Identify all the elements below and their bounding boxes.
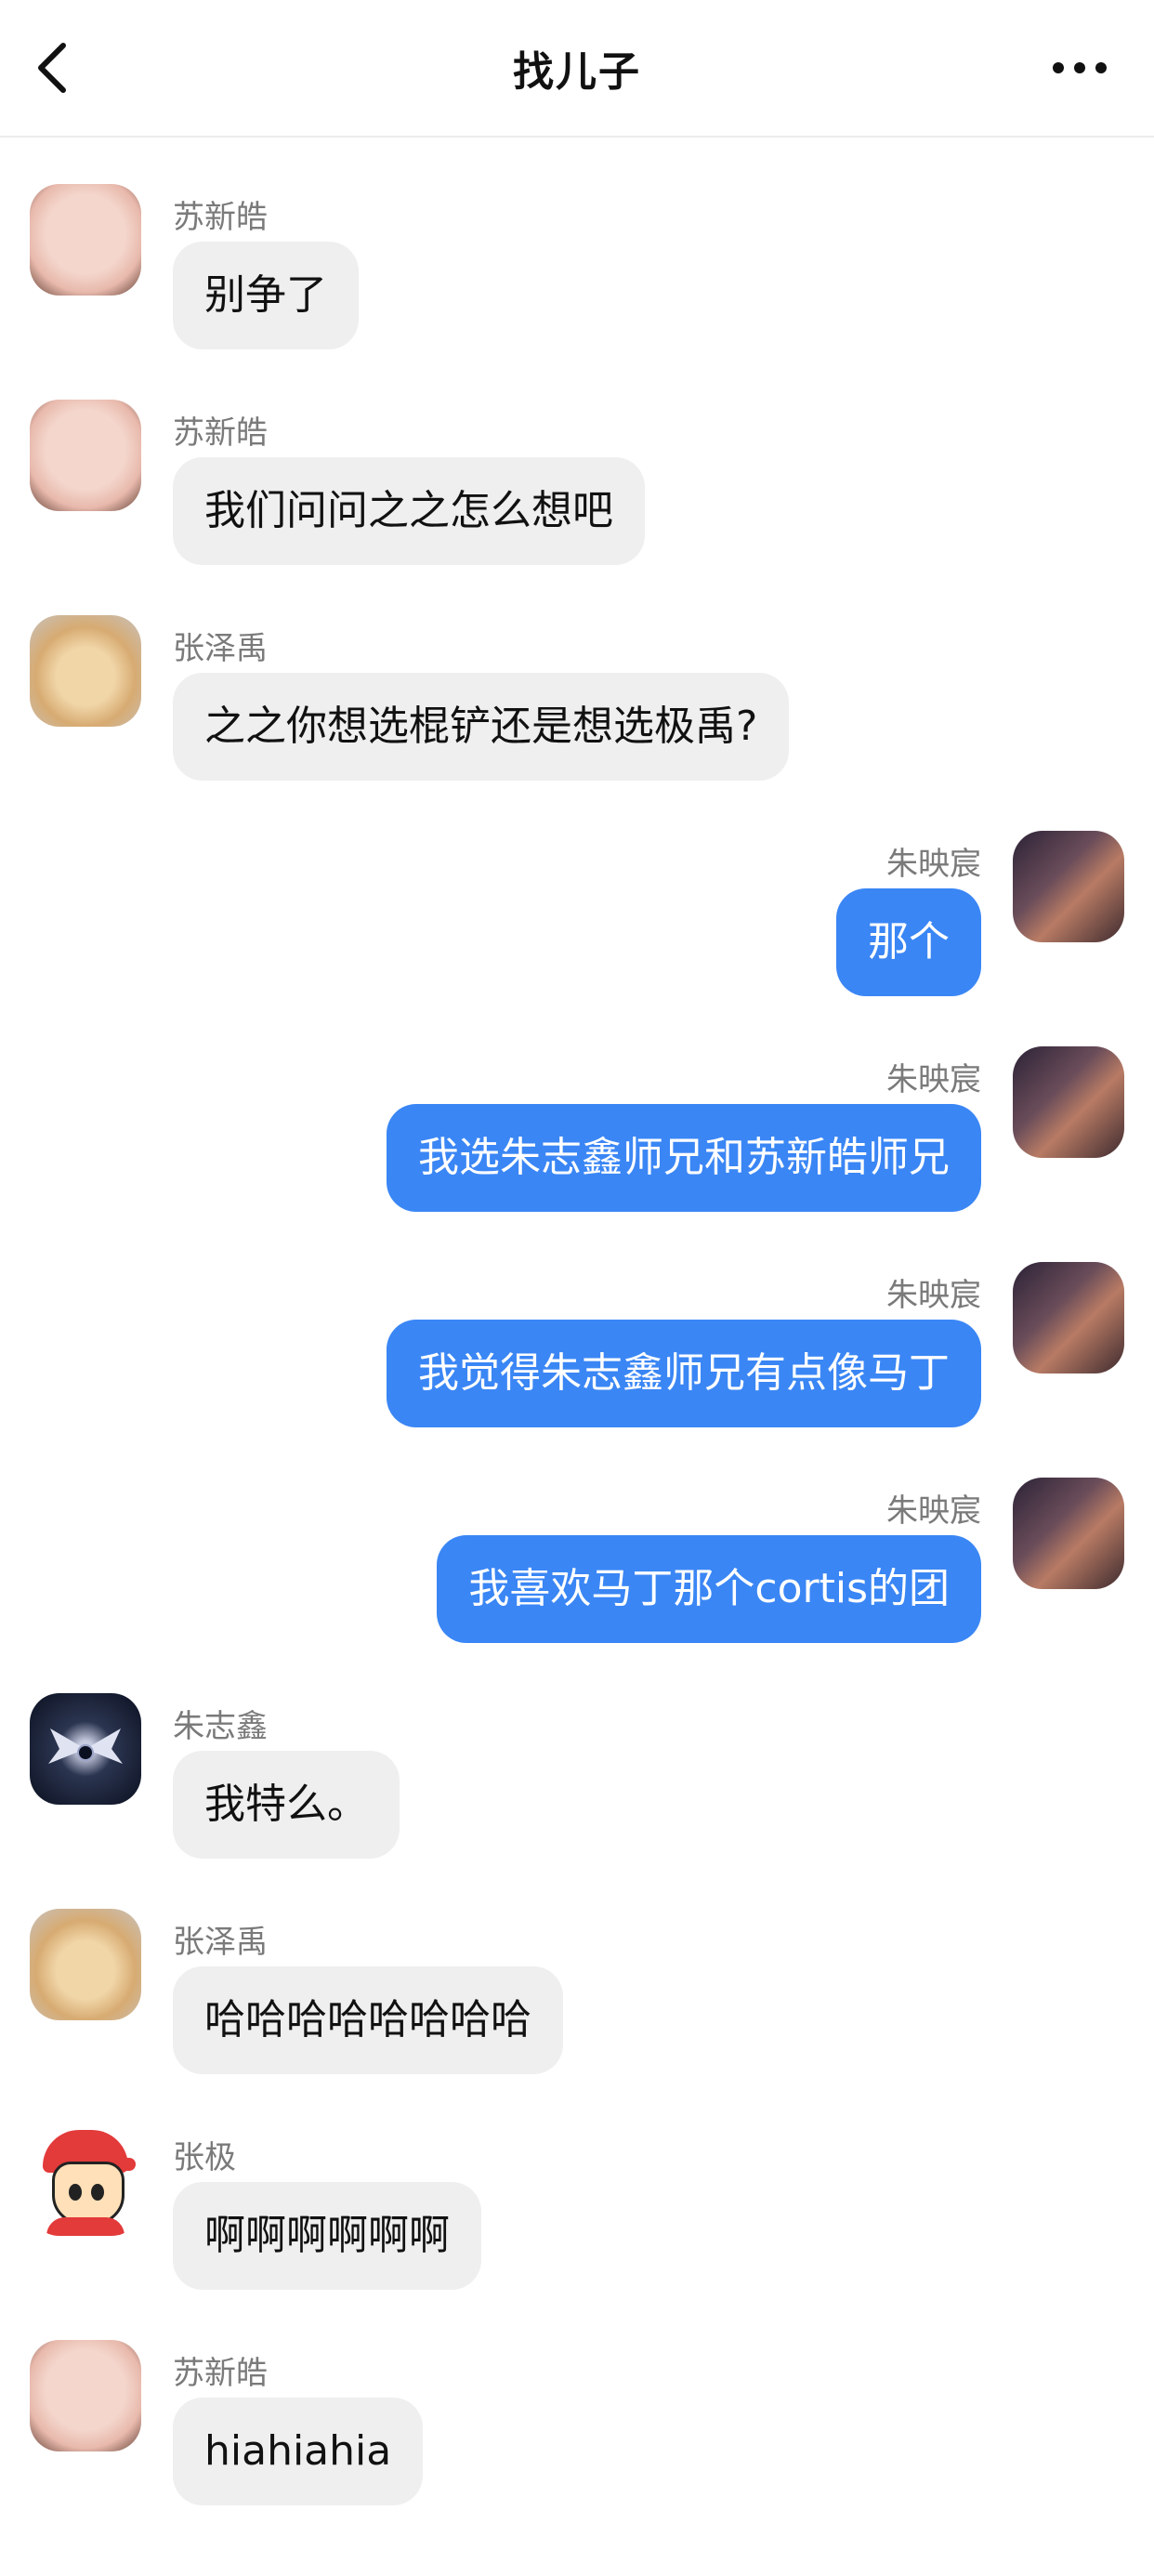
avatar-suxinhao[interactable] — [30, 400, 141, 511]
sender-name: 苏新皓 — [173, 2355, 268, 2392]
message-bubble[interactable]: 我喜欢马丁那个cortis的团 — [437, 1535, 981, 1643]
sender-name: 张泽禹 — [173, 630, 268, 667]
cartoon-face-shape — [52, 2162, 125, 2225]
avatar-zhangji[interactable] — [30, 2124, 141, 2236]
message-row: 朱映宸 我觉得朱志鑫师兄有点像马丁 — [0, 1262, 1154, 1478]
sender-name: 张泽禹 — [173, 1924, 268, 1961]
sender-name: 朱志鑫 — [173, 1708, 268, 1745]
message-bubble[interactable]: 啊啊啊啊啊啊 — [173, 2182, 481, 2290]
message-row: 朱映宸 我选朱志鑫师兄和苏新皓师兄 — [0, 1046, 1154, 1262]
back-button[interactable] — [35, 35, 100, 100]
message-row: 朱映宸 那个 — [0, 831, 1154, 1046]
sender-name: 苏新皓 — [173, 414, 268, 452]
sender-name: 朱映宸 — [886, 846, 981, 883]
avatar-zhuyingchen[interactable] — [1013, 1478, 1124, 1589]
message-row: 朱映宸 我喜欢马丁那个cortis的团 — [0, 1478, 1154, 1693]
sender-name: 朱映宸 — [886, 1061, 981, 1098]
message-bubble[interactable]: 哈哈哈哈哈哈哈哈 — [173, 1966, 563, 2074]
message-row: 朱志鑫 我特么。 — [0, 1693, 1154, 1909]
message-row: 苏新皓 hiahiahia — [0, 2340, 1154, 2556]
message-bubble[interactable]: hiahiahia — [173, 2398, 424, 2505]
more-options-button[interactable] — [1043, 37, 1117, 99]
sender-name: 朱映宸 — [886, 1492, 981, 1530]
chat-header: 找儿子 — [0, 0, 1154, 138]
message-bubble[interactable]: 那个 — [836, 888, 981, 996]
message-bubble[interactable]: 我们问问之之怎么想吧 — [173, 457, 645, 565]
avatar-zhuyingchen[interactable] — [1013, 831, 1124, 942]
message-bubble[interactable]: 我觉得朱志鑫师兄有点像马丁 — [387, 1320, 981, 1427]
message-bubble[interactable]: 我特么。 — [173, 1751, 400, 1859]
avatar-zhangzeyu[interactable] — [30, 1909, 141, 2020]
avatar-suxinhao[interactable] — [30, 184, 141, 296]
avatar-zhangzeyu[interactable] — [30, 615, 141, 727]
message-bubble[interactable]: 别争了 — [173, 242, 359, 349]
chevron-left-icon — [38, 43, 66, 93]
message-row: 张泽禹 之之你想选棍铲还是想选极禹? — [0, 615, 1154, 831]
avatar-zhuyingchen[interactable] — [1013, 1046, 1124, 1158]
message-row: 张泽禹 哈哈哈哈哈哈哈哈 — [0, 1909, 1154, 2124]
message-list: 苏新皓 别争了 苏新皓 我们问问之之怎么想吧 张泽禹 之之你想选棍铲还是想选极禹… — [0, 138, 1154, 2556]
cartoon-eye — [69, 2184, 82, 2201]
avatar-zhuyingchen[interactable] — [1013, 1262, 1124, 1373]
cartoon-eye — [91, 2184, 104, 2201]
cartoon-shirt-shape — [46, 2217, 125, 2236]
message-bubble[interactable]: 我选朱志鑫师兄和苏新皓师兄 — [387, 1104, 981, 1212]
message-row: 苏新皓 别争了 — [0, 184, 1154, 400]
sender-name: 朱映宸 — [886, 1277, 981, 1314]
sender-name: 苏新皓 — [173, 199, 268, 236]
ellipsis-icon — [1053, 62, 1107, 73]
chat-title: 找儿子 — [513, 48, 641, 96]
avatar-zhuzhixin[interactable] — [30, 1693, 141, 1805]
message-row: 苏新皓 我们问问之之怎么想吧 — [0, 400, 1154, 615]
avatar-suxinhao[interactable] — [30, 2340, 141, 2451]
sender-name: 张极 — [173, 2139, 236, 2176]
message-bubble[interactable]: 之之你想选棍铲还是想选极禹? — [173, 673, 790, 781]
message-row: 张极 啊啊啊啊啊啊 — [0, 2124, 1154, 2340]
wings-icon — [48, 1728, 123, 1764]
